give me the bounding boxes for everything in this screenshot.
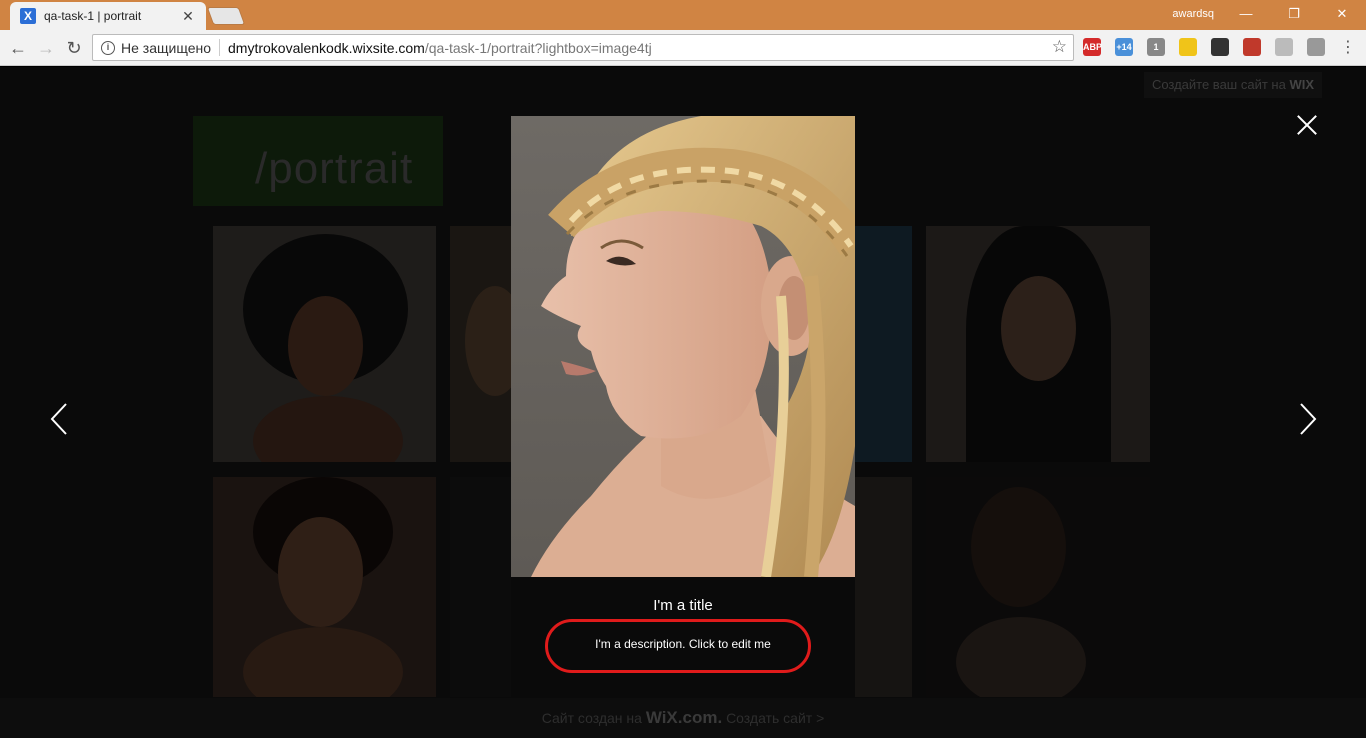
window-controls: — ❐ ✕	[1222, 0, 1366, 30]
back-arrow-icon[interactable]: ←	[6, 36, 30, 60]
site-header: /portrait	[193, 116, 443, 206]
tab-title: qa-task-1 | portrait	[44, 9, 142, 23]
gallery-thumb[interactable]	[926, 226, 1150, 462]
wix-logo: WIX	[1289, 77, 1314, 92]
gallery-thumb[interactable]	[450, 477, 511, 697]
annotation-highlight	[545, 619, 811, 673]
page-content: Создайте ваш сайт на WIX /portrait Сайт …	[0, 67, 1366, 738]
profile-name[interactable]: awardsq	[1172, 8, 1214, 20]
forward-arrow-icon[interactable]: →	[34, 36, 58, 60]
cloud-extension-icon[interactable]: +14	[1115, 38, 1133, 56]
address-separator	[219, 39, 220, 56]
browser-titlebar: X qa-task-1 | portrait ✕ awardsq — ❐ ✕	[0, 0, 1366, 30]
minimize-button[interactable]: —	[1222, 0, 1270, 28]
page-title: /portrait	[255, 144, 414, 193]
hash-extension-icon[interactable]	[1307, 38, 1325, 56]
bulb-extension-icon[interactable]	[1179, 38, 1197, 56]
previous-arrow-icon[interactable]	[45, 401, 75, 437]
gallery-thumb[interactable]	[213, 477, 436, 697]
next-arrow-icon[interactable]	[1292, 401, 1322, 437]
gallery-thumb[interactable]	[926, 477, 1150, 697]
footer-create-link[interactable]: Создать сайт >	[726, 710, 824, 726]
portrait-photo	[511, 116, 855, 577]
wix-promo-text: Создайте ваш сайт на	[1151, 77, 1286, 92]
address-bar[interactable]: i Не защищено dmytrokovalenkodk.wixsite.…	[92, 34, 1074, 61]
close-window-button[interactable]: ✕	[1318, 0, 1366, 28]
gear-extension-icon[interactable]	[1211, 38, 1229, 56]
gallery-thumb[interactable]	[213, 226, 436, 462]
url-host[interactable]: dmytrokovalenkodk.wixsite.com	[228, 40, 425, 56]
reload-icon[interactable]: ↻	[62, 36, 86, 60]
lightbox-image[interactable]	[511, 116, 855, 577]
wix-footer[interactable]: Сайт создан на WiX.com. Создать сайт >	[0, 698, 1366, 738]
gallery-thumb[interactable]	[450, 226, 511, 462]
tab-close-icon[interactable]: ✕	[180, 8, 196, 25]
shield-extension-icon[interactable]: 1	[1147, 38, 1165, 56]
wix-favicon-icon: X	[20, 8, 36, 24]
footer-text: Сайт создан на	[541, 710, 642, 726]
info-icon[interactable]: i	[101, 40, 115, 55]
gallery-thumb[interactable]	[855, 226, 912, 462]
security-label[interactable]: Не защищено	[121, 40, 211, 56]
footer-wix-logo: WiX.com.	[645, 708, 723, 727]
wix-promo-banner[interactable]: Создайте ваш сайт на WIX	[1143, 72, 1322, 98]
new-tab-button[interactable]	[206, 7, 246, 25]
cross-extension-icon[interactable]	[1243, 38, 1261, 56]
url-path[interactable]: /qa-task-1/portrait?lightbox=image4tj	[425, 40, 652, 56]
gallery-thumb[interactable]	[855, 477, 912, 697]
adblock-plus-icon[interactable]: ABP	[1083, 38, 1102, 56]
browser-tab[interactable]: X qa-task-1 | portrait ✕	[10, 2, 206, 30]
lightbox-close-icon[interactable]	[1293, 112, 1321, 140]
lightbox-title: I'm a title	[653, 597, 713, 614]
browser-toolbar: ← → ↻ i Не защищено dmytrokovalenkodk.wi…	[0, 30, 1366, 66]
diamond-extension-icon[interactable]	[1275, 38, 1293, 56]
bookmark-star-icon[interactable]: ☆	[1052, 37, 1067, 57]
menu-dots-icon[interactable]: ⋮	[1336, 36, 1360, 60]
restore-button[interactable]: ❐	[1270, 0, 1318, 28]
